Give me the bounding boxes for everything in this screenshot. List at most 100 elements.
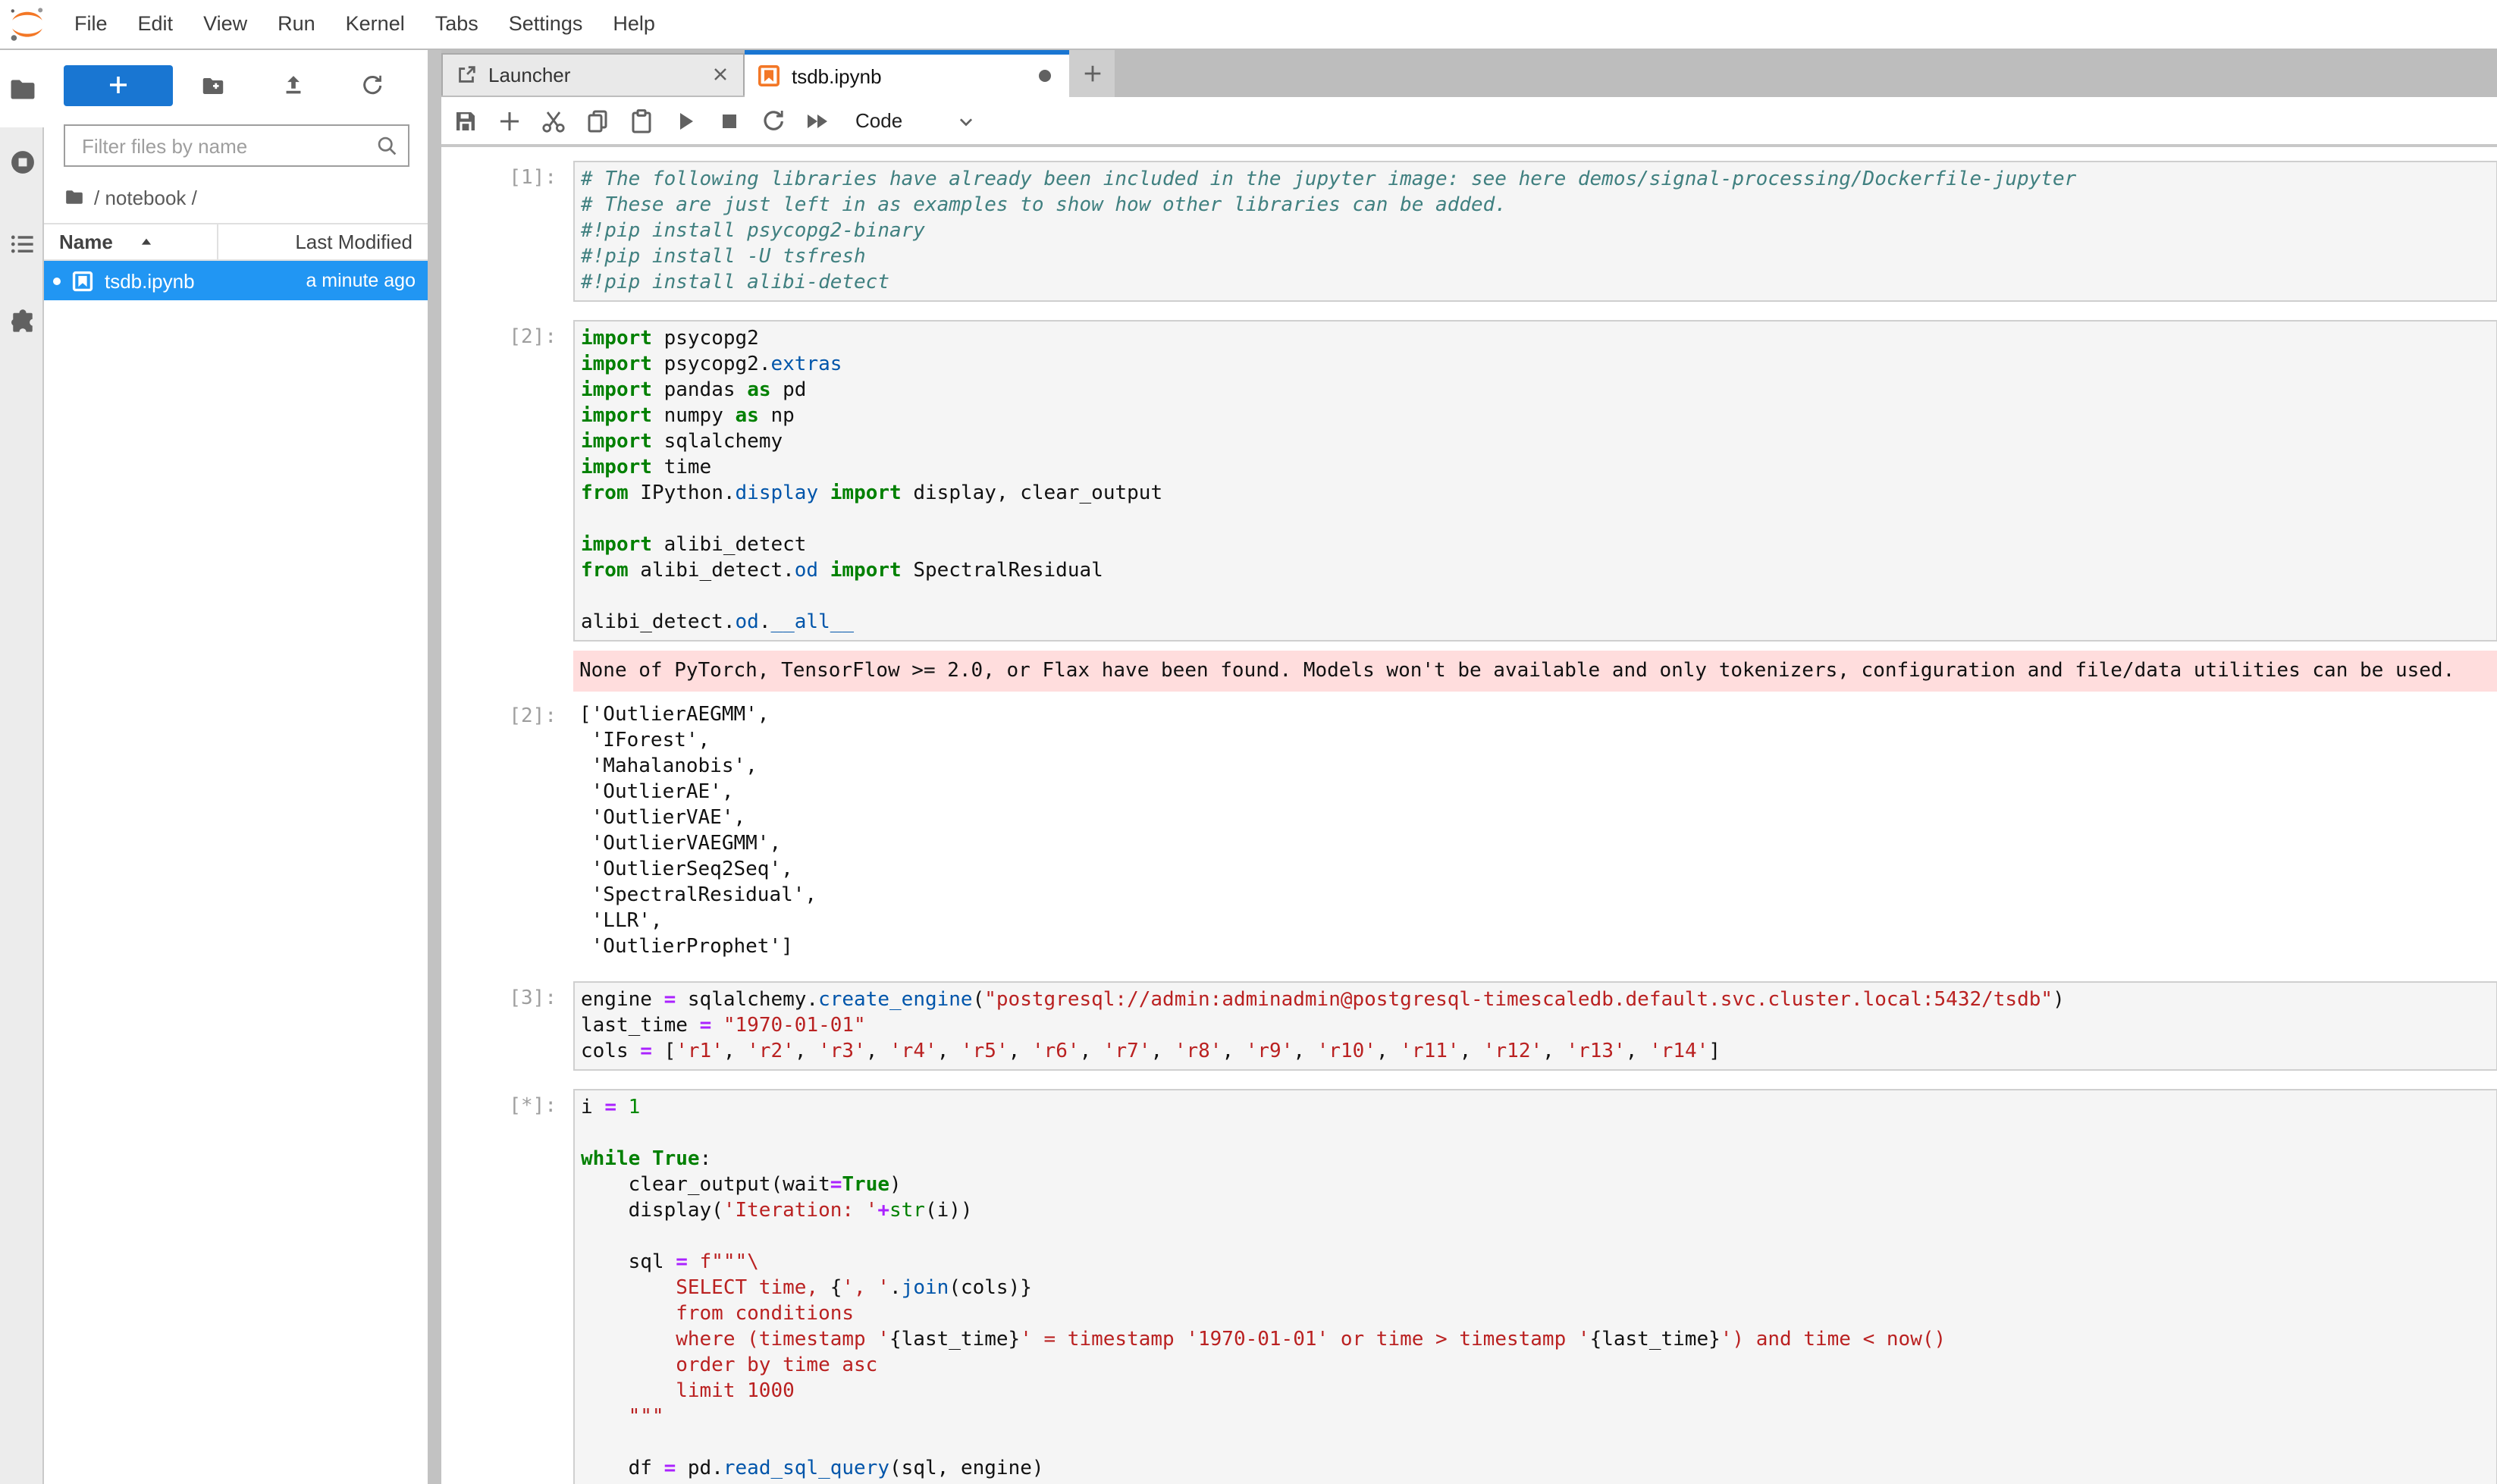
stop-button[interactable] bbox=[716, 107, 743, 134]
code-line: clear_output(wait=True) bbox=[581, 1172, 2495, 1198]
menu-run[interactable]: Run bbox=[262, 0, 331, 49]
column-header-name[interactable]: Name bbox=[59, 231, 217, 253]
code-line bbox=[581, 1224, 2495, 1250]
save-button[interactable] bbox=[452, 107, 479, 134]
new-folder-button[interactable] bbox=[173, 62, 253, 108]
cell-input-prompt: [1]: bbox=[441, 161, 573, 302]
code-line: #!pip install psycopg2-binary bbox=[581, 218, 2495, 244]
code-line: while True: bbox=[581, 1147, 2495, 1172]
list-icon bbox=[7, 229, 37, 259]
code-line: limit 1000 bbox=[581, 1379, 2495, 1404]
tab-bar: Launcher tsdb.ipynb bbox=[441, 50, 2497, 97]
code-line: df = pd.read_sql_query(sql, engine) bbox=[581, 1456, 2495, 1482]
menu-edit[interactable]: Edit bbox=[123, 0, 189, 49]
stop-circle-icon bbox=[7, 147, 37, 177]
code-line: import sqlalchemy bbox=[581, 429, 2495, 455]
sidebar-tab-file-browser[interactable] bbox=[0, 50, 44, 127]
cell-output-prompt bbox=[441, 651, 573, 692]
notebook-toolbar: Code bbox=[441, 97, 2497, 147]
cell-editor[interactable]: import psycopg2import psycopg2.extras imp… bbox=[573, 320, 2497, 642]
cell-editor[interactable]: # The following libraries have already b… bbox=[573, 161, 2497, 302]
menu-help[interactable]: Help bbox=[598, 0, 670, 49]
tab-tsdb-notebook[interactable]: tsdb.ipynb bbox=[745, 50, 1069, 97]
cell-editor[interactable]: engine = sqlalchemy.create_engine("postg… bbox=[573, 981, 2497, 1071]
code-line: import psycopg2 bbox=[581, 326, 2495, 352]
unsaved-dot-icon bbox=[53, 277, 61, 284]
run-all-button[interactable] bbox=[804, 107, 831, 134]
cell-editor[interactable]: i = 1while True: clear_output(wait=True)… bbox=[573, 1089, 2497, 1484]
restart-button[interactable] bbox=[760, 107, 787, 134]
plus-icon bbox=[106, 73, 130, 97]
cell-input-prompt: [3]: bbox=[441, 981, 573, 1071]
notebook-file-icon bbox=[71, 269, 94, 292]
code-line: SELECT time, {', '.join(cols)} bbox=[581, 1275, 2495, 1301]
run-all-icon bbox=[804, 107, 831, 134]
folder-icon bbox=[7, 74, 37, 104]
tab-launcher[interactable]: Launcher bbox=[441, 53, 745, 95]
sidebar-tab-running-sessions[interactable] bbox=[0, 129, 44, 196]
unsaved-changes-icon[interactable] bbox=[1039, 70, 1051, 82]
sidebar-tab-extension-manager[interactable] bbox=[0, 288, 44, 355]
copy-button[interactable] bbox=[584, 107, 611, 134]
stop-icon bbox=[716, 107, 743, 134]
menu-settings[interactable]: Settings bbox=[494, 0, 598, 49]
file-name: tsdb.ipynb bbox=[105, 269, 195, 292]
code-line: import psycopg2.extras bbox=[581, 352, 2495, 378]
cell-input-prompt: [2]: bbox=[441, 320, 573, 642]
menu-tabs[interactable]: Tabs bbox=[420, 0, 494, 49]
sidebar-splitter[interactable] bbox=[428, 50, 441, 1484]
new-launcher-button[interactable] bbox=[64, 64, 173, 105]
run-button[interactable] bbox=[672, 107, 699, 134]
refresh-button[interactable] bbox=[333, 62, 413, 108]
code-line: display('Iteration: '+str(i)) bbox=[581, 1198, 2495, 1224]
notebook-cell: [1]:# The following libraries have alrea… bbox=[441, 161, 2497, 302]
notebook-cell: [3]:engine = sqlalchemy.create_engine("p… bbox=[441, 981, 2497, 1071]
file-filter-input[interactable] bbox=[79, 133, 375, 158]
main-menu: FileEditViewRunKernelTabsSettingsHelp bbox=[59, 0, 670, 49]
close-icon[interactable] bbox=[710, 64, 731, 86]
code-line: order by time asc bbox=[581, 1353, 2495, 1379]
code-line: from alibi_detect.od import SpectralResi… bbox=[581, 558, 2495, 584]
sort-asc-icon bbox=[140, 235, 154, 249]
breadcrumb-path: / notebook / bbox=[94, 186, 197, 209]
sidebar-tab-table-of-contents[interactable] bbox=[0, 211, 44, 278]
upload-button[interactable] bbox=[253, 62, 332, 108]
file-row-tsdb[interactable]: tsdb.ipynb a minute ago bbox=[44, 261, 428, 300]
chevron-down-icon bbox=[954, 108, 978, 133]
menu-file[interactable]: File bbox=[59, 0, 123, 49]
code-line: #!pip install -U tsfresh bbox=[581, 244, 2495, 270]
file-browser-panel: / notebook / Name Last Modified tsdb.ipy… bbox=[44, 50, 428, 1484]
insert-button[interactable] bbox=[496, 107, 523, 134]
save-icon bbox=[452, 107, 479, 134]
code-line: last_time = "1970-01-01" bbox=[581, 1013, 2495, 1039]
code-line: #!pip install alibi-detect bbox=[581, 270, 2495, 296]
puzzle-icon bbox=[7, 306, 37, 337]
code-line: import time bbox=[581, 455, 2495, 481]
paste-button[interactable] bbox=[628, 107, 655, 134]
file-browser-toolbar bbox=[44, 50, 428, 120]
stderr-output: None of PyTorch, TensorFlow >= 2.0, or F… bbox=[573, 651, 2497, 692]
breadcrumb[interactable]: / notebook / bbox=[44, 180, 428, 214]
notebook-cell: [*]:i = 1while True: clear_output(wait=T… bbox=[441, 1089, 2497, 1484]
menu-view[interactable]: View bbox=[188, 0, 262, 49]
activity-bar bbox=[0, 50, 44, 1484]
new-tab-button[interactable] bbox=[1069, 50, 1115, 97]
code-line: import alibi_detect bbox=[581, 532, 2495, 558]
launcher-icon bbox=[455, 64, 478, 86]
code-line: cols = ['r1', 'r2', 'r3', 'r4', 'r5', 'r… bbox=[581, 1039, 2495, 1065]
file-filter-box bbox=[64, 124, 409, 167]
code-line: # These are just left in as examples to … bbox=[581, 193, 2495, 218]
column-header-modified[interactable]: Last Modified bbox=[218, 231, 428, 253]
run-icon bbox=[672, 107, 699, 134]
restart-icon bbox=[760, 107, 787, 134]
menu-kernel[interactable]: Kernel bbox=[331, 0, 420, 49]
notebook-scroll-area[interactable]: [1]:# The following libraries have alrea… bbox=[441, 147, 2497, 1484]
main-dock-panel: Launcher tsdb.ipynb bbox=[441, 50, 2497, 1484]
code-line bbox=[581, 507, 2495, 532]
cell-type-dropdown[interactable]: Code bbox=[855, 108, 978, 133]
folder-icon bbox=[64, 187, 85, 208]
cell-input-prompt: [*]: bbox=[441, 1089, 573, 1484]
code-line: from conditions bbox=[581, 1301, 2495, 1327]
cut-button[interactable] bbox=[540, 107, 567, 134]
code-line: from IPython.display import display, cle… bbox=[581, 481, 2495, 507]
